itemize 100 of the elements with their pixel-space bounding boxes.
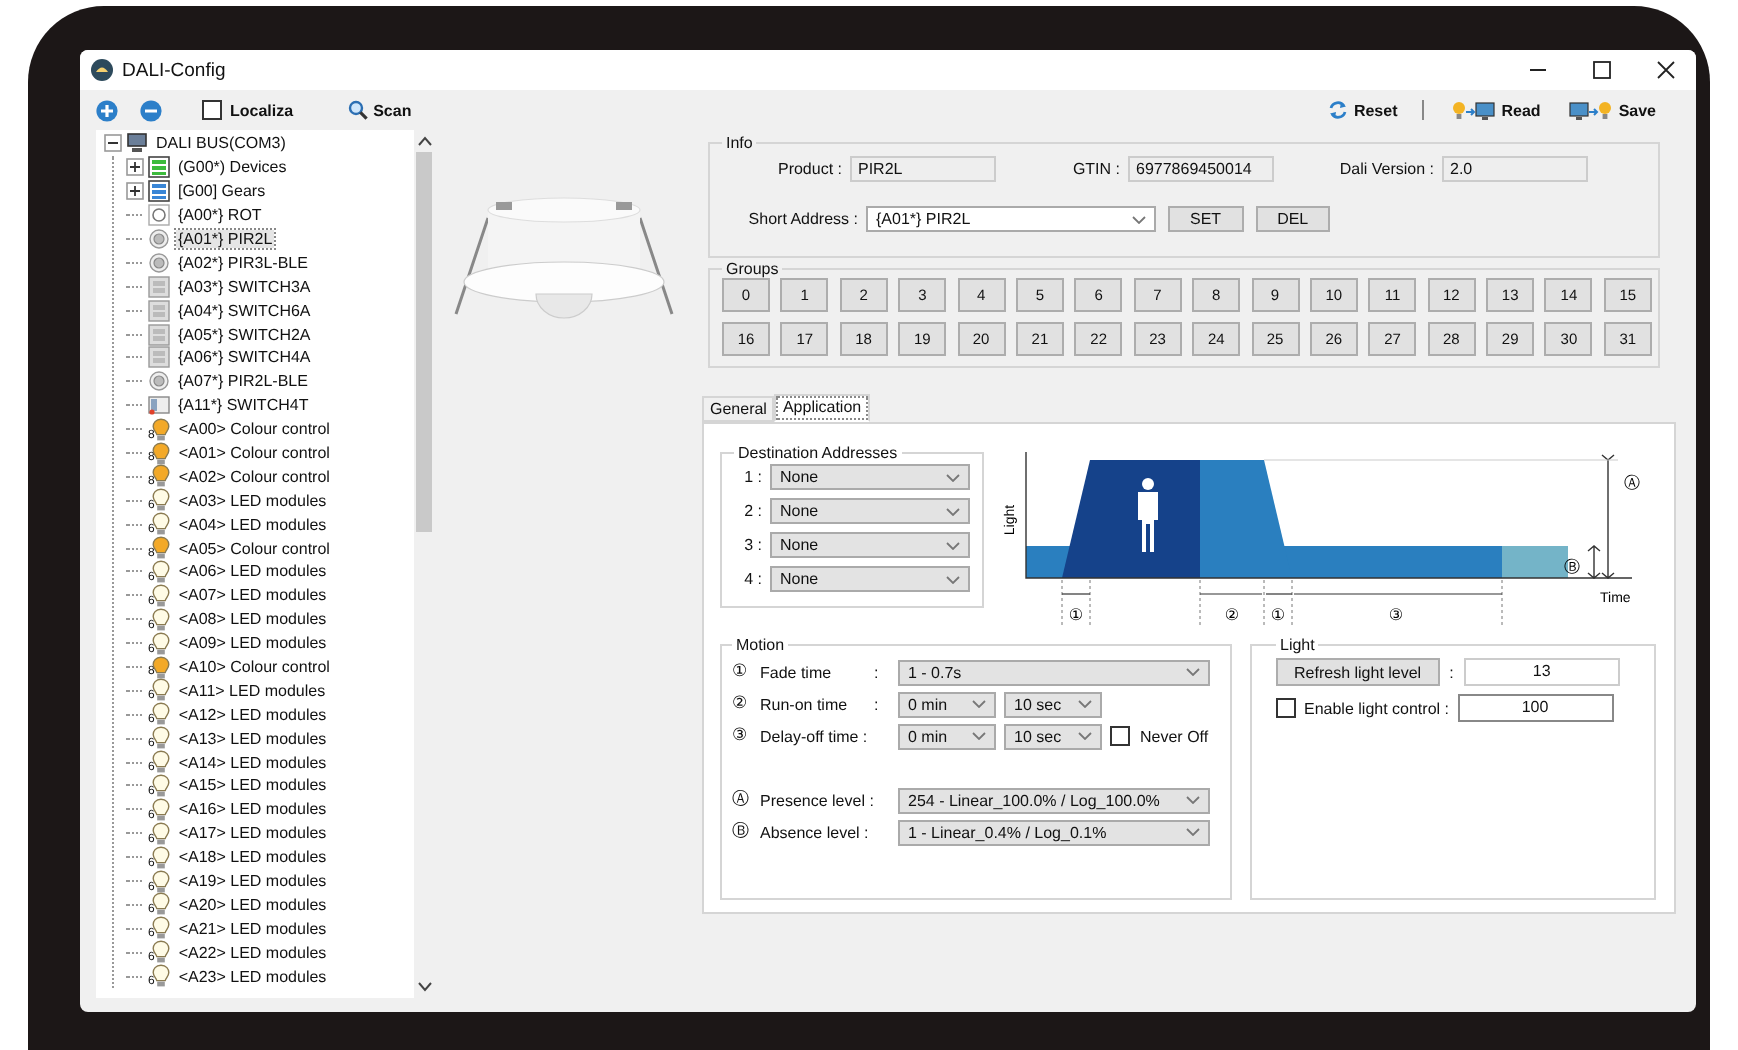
tree-item[interactable]: <A00> Colour control [176,420,332,439]
step-marker: Ⓐ [732,788,752,812]
tree-item[interactable]: <A21> LED modules [176,919,329,938]
panel-title: Motion [734,636,787,654]
tree-item[interactable]: (G00*) Devices [176,158,289,177]
setting-label: Fade time [760,663,834,681]
tree-item[interactable]: <A14> LED modules [176,753,329,772]
tree-item[interactable]: <A10> Colour control [176,658,332,677]
close-icon[interactable] [1656,60,1676,80]
dropdown[interactable]: 1 - Linear_0.4% / Log_0.1% [898,819,1210,845]
caret-icon [1078,732,1092,740]
scroll-up-icon[interactable] [417,136,431,146]
light-control-field[interactable]: 100 [1457,694,1613,722]
tree-item[interactable]: {A04*} SWITCH6A [176,301,313,320]
dropdown[interactable]: 1 - 0.7s [898,659,1210,685]
checkbox[interactable] [202,100,222,120]
step-marker: Ⓑ [732,820,752,844]
address-number: 4 : [742,570,762,588]
tree-item[interactable]: <A08> LED modules [176,610,329,629]
tree-item[interactable]: <A01> Colour control [176,444,332,463]
tree-item[interactable]: <A04> LED modules [176,515,329,534]
dropdown[interactable]: {A01*} PIR2L [866,206,1156,232]
tree-item[interactable]: <A15> LED modules [176,776,329,795]
dropdown[interactable]: None [770,566,970,592]
sensor-icon [148,228,170,250]
checkbox[interactable] [1276,698,1296,718]
scan-button[interactable]: Scan [347,100,412,120]
caret-icon [946,575,960,583]
product-field: PIR2L [850,156,996,182]
tree-item[interactable]: <A02> Colour control [176,467,332,486]
tree-item[interactable]: <A07> LED modules [176,586,329,605]
light-bulb-icon [152,821,171,846]
tree-item[interactable]: {A01*} PIR2L [176,230,275,248]
tree-item[interactable]: <A19> LED modules [176,872,329,891]
dropdown[interactable]: 10 sec [1004,691,1102,717]
light-bulb-icon [152,631,171,656]
tree-item[interactable]: {A06*} SWITCH4A [176,348,313,367]
light-bulb-icon [152,869,171,894]
tree-item[interactable]: <A11> LED modules [176,681,328,700]
light-bulb-icon [152,892,171,917]
tab[interactable]: General [702,396,775,422]
panel-title: Info [724,134,755,152]
set-button[interactable]: SET [1168,206,1244,232]
tree-item[interactable]: <A09> LED modules [176,634,329,653]
tree-item[interactable]: <A05> Colour control [176,539,332,558]
tree-item[interactable]: [G00] Gears [176,182,268,201]
tree-item[interactable]: <A23> LED modules [176,967,329,986]
field-label: Short Address : [746,210,858,228]
tree-item[interactable]: {A05*} SWITCH2A [176,325,313,344]
tree-item[interactable]: {A07*} PIR2L-BLE [176,372,310,391]
expand-icon[interactable] [126,182,144,201]
light-bulb-icon [152,441,171,466]
light-bulb-icon [152,940,171,965]
tree-item[interactable]: {A03*} SWITCH3A [176,277,313,296]
dropdown[interactable]: None [770,532,970,558]
remove-icon[interactable] [140,99,162,121]
tree-item[interactable]: <A12> LED modules [176,705,329,724]
app-icon [90,58,114,82]
read-button[interactable]: Read [1451,99,1541,121]
light-bulb-icon [152,488,171,513]
dropdown[interactable]: 10 sec [1004,723,1102,749]
colon: : [1449,663,1454,681]
tab[interactable]: Application [774,394,870,422]
tree-item[interactable]: <A18> LED modules [176,848,329,867]
tree-item[interactable]: <A03> LED modules [176,491,329,510]
save-button[interactable]: Save [1568,99,1656,121]
computer-icon [126,132,148,155]
expand-icon[interactable] [126,158,144,177]
maximize-icon[interactable] [1592,60,1612,80]
tree-item[interactable]: <A06> LED modules [176,562,329,581]
tree-item[interactable]: <A22> LED modules [176,943,329,962]
delete-button[interactable]: DEL [1255,206,1331,232]
add-icon[interactable] [96,99,118,121]
light-bulb-icon [152,583,171,608]
tree-item[interactable]: <A16> LED modules [176,800,329,819]
reset-button[interactable]: Reset [1327,100,1398,120]
tree-item[interactable]: {A11*} SWITCH4T [176,396,311,415]
caret-icon [972,732,986,740]
checkbox-label: Localiza [230,101,294,119]
tree-item[interactable]: <A20> LED modules [176,895,329,914]
panel-title: Destination Addresses [736,444,900,462]
bulb-to-monitor-icon [1451,99,1496,121]
tree-item[interactable]: {A00*} ROT [176,206,264,225]
dropdown[interactable]: None [770,464,970,490]
dropdown[interactable]: 254 - Linear_100.0% / Log_100.0% [898,787,1210,813]
setting-label: Presence level : [760,791,870,809]
tree-item[interactable]: {A02*} PIR3L-BLE [176,253,310,272]
dropdown[interactable]: None [770,498,970,524]
light-bulb-icon [152,607,171,632]
light-level-field: 13 [1463,658,1620,686]
tree-item[interactable]: <A17> LED modules [176,824,329,843]
person-icon [1138,478,1158,552]
dropdown[interactable]: 0 min [898,723,996,749]
dropdown[interactable]: 0 min [898,691,996,717]
tree-item[interactable]: <A13> LED modules [176,729,329,748]
checkbox[interactable] [1110,726,1130,746]
collapse-icon[interactable] [104,134,122,153]
tree-item[interactable]: DALI BUS(COM3) [154,134,288,153]
scroll-down-icon[interactable] [417,982,431,992]
refresh-light-button[interactable]: Refresh light level [1276,658,1440,686]
